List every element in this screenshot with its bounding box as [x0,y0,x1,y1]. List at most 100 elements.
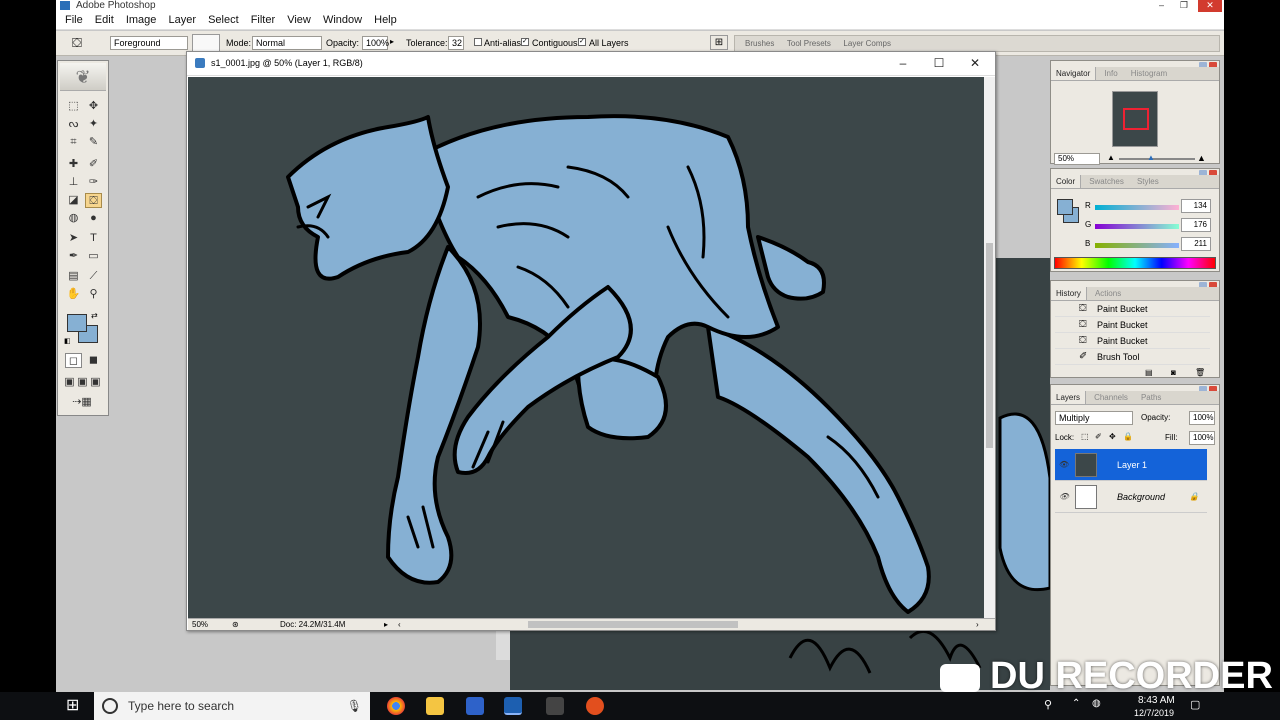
default-colors-icon[interactable]: ◧ [64,337,71,345]
shape-tool-icon[interactable]: ▭ [85,249,102,264]
navigator-zoom-slider[interactable] [1119,158,1195,160]
marquee-tool-icon[interactable]: ⬚ [65,99,82,114]
tray-chevron-icon[interactable]: ⌃ [1072,698,1080,709]
blend-mode-select[interactable]: Multiply [1055,411,1133,425]
menu-help[interactable]: Help [374,12,397,29]
well-tab-layer-comps[interactable]: Layer Comps [843,36,891,51]
well-tab-tool-presets[interactable]: Tool Presets [787,36,831,51]
menu-file[interactable]: File [65,12,83,29]
document-zoom[interactable]: 50% [192,619,208,630]
palette-well-icon[interactable]: ⊞ [710,35,728,50]
document-close-icon[interactable]: ✕ [957,52,993,75]
dodge-tool-icon[interactable]: ● [85,211,102,226]
menu-image[interactable]: Image [126,12,157,29]
file-explorer-icon[interactable] [426,697,444,715]
fill-source-select[interactable]: Foreground [110,36,188,50]
jump-to-imageready-icon[interactable]: ⇢▦ [65,395,99,410]
eraser-tool-icon[interactable]: ◪ [65,193,82,208]
foreground-color-swatch[interactable] [67,314,87,332]
standard-mode-icon[interactable]: ◻ [65,353,82,368]
tab-styles[interactable]: Styles [1132,175,1164,188]
zoom-in-icon[interactable]: ▲ [1197,153,1206,163]
b-value[interactable]: 211 [1181,237,1211,251]
eyedropper-tool-icon[interactable]: ⟋ [85,269,102,284]
blur-tool-icon[interactable]: ◍ [65,211,82,226]
hscroll-left-arrow-icon[interactable]: ‹ [398,619,401,630]
menu-edit[interactable]: Edit [95,12,114,29]
history-snapshot-icon[interactable]: ◙ [1171,368,1176,377]
tab-histogram[interactable]: Histogram [1126,67,1172,80]
photoshop-taskbar-icon[interactable] [504,697,522,715]
layer-row-layer-1[interactable]: 👁 Layer 1 [1055,449,1207,481]
anti-alias-checkbox[interactable] [474,38,482,46]
menu-view[interactable]: View [287,12,311,29]
notifications-icon[interactable]: ▢ [1190,698,1200,711]
clone-stamp-tool-icon[interactable]: ⊥ [65,175,82,190]
hand-tool-icon[interactable]: ✋ [65,287,82,302]
tab-navigator[interactable]: Navigator [1051,67,1097,80]
tab-history[interactable]: History [1051,287,1087,300]
history-brush-tool-icon[interactable]: ✑ [85,175,102,190]
navigator-view-box[interactable] [1123,108,1149,130]
crop-tool-icon[interactable]: ⌗ [65,135,82,150]
document-vertical-scrollbar[interactable] [984,77,995,618]
slice-tool-icon[interactable]: ✎ [85,135,102,150]
layer-visibility-eye-icon[interactable]: 👁 [1059,460,1069,469]
g-value[interactable]: 176 [1181,218,1211,232]
menu-window[interactable]: Window [323,12,362,29]
document-title-bar[interactable]: s1_0001.jpg @ 50% (Layer 1, RGB/8) – ☐ ✕ [187,52,995,76]
history-delete-icon[interactable]: 🗑 [1195,368,1205,377]
paint-bucket-preset-icon[interactable]: ⛋ [72,35,82,51]
layer-fill-input[interactable]: 100% [1189,431,1215,445]
tab-paths[interactable]: Paths [1136,391,1166,404]
taskbar-app-icon[interactable] [546,697,564,715]
magic-wand-tool-icon[interactable]: ✦ [85,117,102,132]
lock-all-icon[interactable]: 🔒 [1123,432,1133,441]
photoshop-feather-icon[interactable]: ❦ [60,63,106,91]
windows-start-icon[interactable]: ⊞ [66,698,82,714]
menu-filter[interactable]: Filter [251,12,275,29]
menu-layer[interactable]: Layer [168,12,196,29]
zoom-out-icon[interactable]: ▲ [1107,153,1115,162]
horizontal-scroll-thumb[interactable] [528,621,738,628]
network-icon[interactable]: ◍ [1092,698,1101,709]
navigator-zoom-thumb[interactable]: ▲ [1147,153,1155,162]
pattern-picker[interactable] [192,34,220,52]
color-spectrum-bar[interactable] [1054,257,1216,269]
contiguous-checkbox[interactable]: ✓ [521,38,529,46]
tab-color[interactable]: Color [1051,175,1082,188]
lasso-tool-icon[interactable]: ᔓ [65,117,82,132]
swap-colors-icon[interactable]: ⇄ [91,311,98,320]
mode-select[interactable]: Normal [252,36,322,50]
hscroll-right-arrow-icon[interactable]: › [976,619,979,630]
window-minimize-icon[interactable]: – [1159,0,1164,11]
zoom-tool-icon[interactable]: ⚲ [85,287,102,302]
microphone-icon[interactable]: 🎙 [347,692,362,720]
layer-visibility-eye-icon[interactable]: 👁 [1059,492,1069,501]
r-value[interactable]: 134 [1181,199,1211,213]
navigator-thumbnail[interactable] [1112,91,1158,147]
lock-pixels-icon[interactable]: ✐ [1095,432,1102,441]
tab-info[interactable]: Info [1099,67,1122,80]
navigator-zoom-input[interactable]: 50% [1054,153,1100,165]
window-close-icon[interactable]: ✕ [1198,0,1222,12]
people-icon[interactable]: ⚲ [1044,698,1052,711]
notes-tool-icon[interactable]: ▤ [65,269,82,284]
layer-row-background[interactable]: 👁 Background 🔒 [1055,481,1207,513]
status-info-icon[interactable]: ⊛ [232,619,239,630]
opacity-input[interactable]: 100% [362,36,389,50]
all-layers-checkbox[interactable]: ✓ [578,38,586,46]
vertical-scroll-thumb[interactable] [986,243,993,448]
type-tool-icon[interactable]: T [85,231,102,246]
image-canvas[interactable] [188,77,984,618]
quick-mask-mode-icon[interactable]: ◼ [85,353,102,368]
color-fg-swatch[interactable] [1057,199,1073,215]
taskbar-search-box[interactable]: Type here to search 🎙 [94,692,370,720]
move-tool-icon[interactable]: ✥ [85,99,102,114]
status-menu-arrow-icon[interactable]: ▸ [384,619,388,630]
screen-mode-menubar-icon[interactable]: ▣ [76,375,89,390]
menu-select[interactable]: Select [208,12,239,29]
history-new-document-icon[interactable]: ▤ [1145,368,1153,377]
g-slider[interactable] [1095,224,1179,229]
window-restore-icon[interactable]: ❐ [1180,0,1188,11]
